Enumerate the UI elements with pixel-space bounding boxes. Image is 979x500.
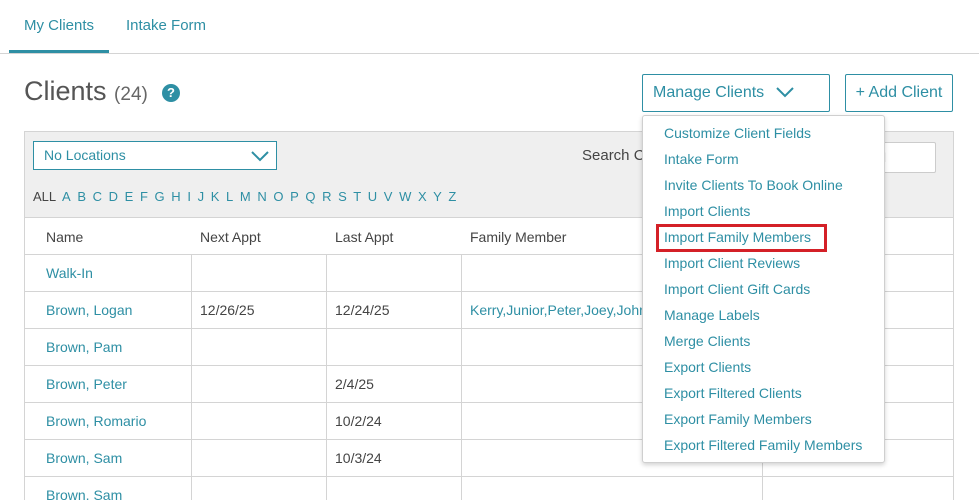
add-client-button[interactable]: + Add Client: [845, 74, 953, 112]
menu-item-manage-labels[interactable]: Manage Labels: [664, 307, 760, 323]
client-name-link[interactable]: Brown, Pam: [46, 339, 122, 355]
manage-clients-menu: Customize Client Fields Intake Form Invi…: [642, 115, 885, 463]
menu-item-export-filtered-family-members[interactable]: Export Filtered Family Members: [664, 437, 862, 453]
table-row[interactable]: Brown, Sam: [25, 477, 953, 500]
alpha-filter-letter[interactable]: W: [399, 189, 411, 204]
column-header-last-appt[interactable]: Last Appt: [335, 229, 393, 245]
menu-item-customize-client-fields[interactable]: Customize Client Fields: [664, 125, 811, 141]
menu-item-export-filtered-clients[interactable]: Export Filtered Clients: [664, 385, 802, 401]
family-member-cell[interactable]: Kerry,Junior,Peter,Joey,John: [470, 302, 650, 318]
alpha-filter-letter[interactable]: K: [211, 189, 220, 204]
manage-clients-label: Manage Clients: [653, 84, 765, 101]
alpha-filter-letter[interactable]: S: [338, 189, 347, 204]
alpha-filter-letter[interactable]: B: [77, 189, 86, 204]
column-header-next-appt[interactable]: Next Appt: [200, 229, 261, 245]
highlight-annotation-box: [656, 224, 827, 252]
alpha-filter-letter[interactable]: D: [109, 189, 118, 204]
menu-item-import-clients[interactable]: Import Clients: [664, 203, 750, 219]
menu-item-merge-clients[interactable]: Merge Clients: [664, 333, 750, 349]
manage-clients-button[interactable]: Manage Clients: [642, 74, 830, 112]
column-header-name[interactable]: Name: [46, 229, 83, 245]
alpha-filter-all[interactable]: ALL: [33, 189, 56, 204]
location-select[interactable]: No Locations: [33, 141, 277, 170]
alpha-filter-letter[interactable]: L: [226, 189, 233, 204]
page-title: Clients (24): [24, 76, 148, 107]
chevron-down-icon: [251, 151, 269, 162]
alpha-filter-letter[interactable]: V: [384, 189, 393, 204]
chevron-down-icon: [776, 87, 794, 98]
alpha-filter-letter[interactable]: O: [273, 189, 283, 204]
alpha-filter-letter[interactable]: T: [353, 189, 361, 204]
location-select-value: No Locations: [44, 147, 126, 163]
client-name-link[interactable]: Brown, Logan: [46, 302, 132, 318]
alpha-filter-letter[interactable]: A: [62, 189, 71, 204]
menu-item-import-client-gift-cards[interactable]: Import Client Gift Cards: [664, 281, 810, 297]
alpha-filter-letter[interactable]: Z: [448, 189, 456, 204]
tab-my-clients[interactable]: My Clients: [24, 17, 94, 34]
alpha-filter-letter[interactable]: J: [198, 189, 205, 204]
client-count: (24): [114, 84, 148, 105]
alpha-filter-letter[interactable]: R: [322, 189, 331, 204]
menu-item-import-client-reviews[interactable]: Import Client Reviews: [664, 255, 800, 271]
last-appt-cell: 10/2/24: [335, 413, 382, 429]
last-appt-cell: 10/3/24: [335, 450, 382, 466]
client-name-link[interactable]: Walk-In: [46, 265, 93, 281]
column-header-family-member[interactable]: Family Member: [470, 229, 650, 245]
client-name-link[interactable]: Brown, Sam: [46, 450, 122, 466]
alpha-filter-letter[interactable]: Y: [433, 189, 442, 204]
alpha-filter-letter[interactable]: G: [155, 189, 165, 204]
client-name-link[interactable]: Brown, Peter: [46, 376, 127, 392]
last-appt-cell: 2/4/25: [335, 376, 374, 392]
alpha-filter-letter[interactable]: X: [418, 189, 427, 204]
next-appt-cell: 12/26/25: [200, 302, 255, 318]
alpha-filter-letter[interactable]: H: [171, 189, 180, 204]
menu-item-export-clients[interactable]: Export Clients: [664, 359, 751, 375]
active-tab-underline: [9, 50, 109, 53]
alpha-filter-letter[interactable]: I: [187, 189, 191, 204]
tab-intake-form[interactable]: Intake Form: [126, 17, 206, 34]
menu-item-invite-clients[interactable]: Invite Clients To Book Online: [664, 177, 843, 193]
alpha-filter-letter[interactable]: E: [125, 189, 134, 204]
alpha-filter-letter[interactable]: U: [368, 189, 377, 204]
alpha-filter-letter[interactable]: Q: [305, 189, 315, 204]
alpha-filter-letter[interactable]: P: [290, 189, 299, 204]
alpha-filter-letter[interactable]: C: [93, 189, 102, 204]
alpha-filter-letter[interactable]: N: [257, 189, 266, 204]
menu-item-export-family-members[interactable]: Export Family Members: [664, 411, 812, 427]
search-label: Search C: [582, 147, 645, 164]
help-icon[interactable]: ?: [162, 84, 180, 102]
client-name-link[interactable]: Brown, Sam: [46, 487, 122, 500]
top-tabs: My Clients Intake Form: [0, 0, 979, 54]
alpha-filter-letter[interactable]: M: [240, 189, 251, 204]
client-name-link[interactable]: Brown, Romario: [46, 413, 146, 429]
page-title-text: Clients: [24, 76, 107, 106]
alphabet-filter: ALL A B C D E F G H I J K L M N O P Q R …: [33, 189, 459, 204]
last-appt-cell: 12/24/25: [335, 302, 390, 318]
menu-item-intake-form[interactable]: Intake Form: [664, 151, 739, 167]
alpha-filter-letter[interactable]: F: [140, 189, 148, 204]
